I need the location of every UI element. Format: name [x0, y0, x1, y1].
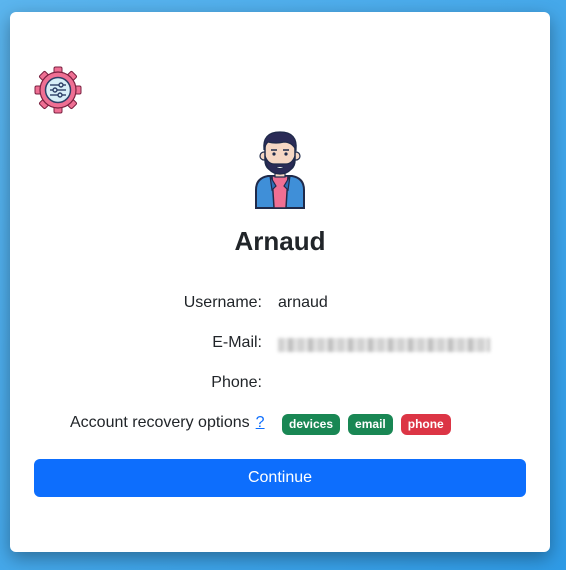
user-avatar-icon [252, 130, 308, 210]
recovery-options-text: Account recovery options [70, 414, 250, 431]
username-label: Username: [183, 294, 262, 311]
badge-email: email [348, 414, 393, 435]
email-value-redacted [278, 334, 490, 357]
email-label: E-Mail: [212, 334, 262, 351]
badge-devices: devices [282, 414, 341, 435]
recovery-badges: devices email phone [282, 414, 451, 435]
recovery-help-link[interactable]: ? [256, 414, 265, 431]
user-display-name: Arnaud [234, 226, 326, 256]
continue-button[interactable]: Continue [34, 459, 526, 497]
login-card: Arnaud Username: arnaud E-Mail: Phone: A… [10, 12, 550, 552]
phone-label: Phone: [211, 374, 262, 391]
email-row: E-Mail: [10, 334, 550, 358]
badge-phone: phone [400, 414, 451, 435]
phone-row: Phone: [10, 374, 550, 398]
username-value: arnaud [278, 294, 328, 311]
recovery-options-label: Account recovery options? [70, 414, 265, 432]
username-row: Username: arnaud [10, 294, 550, 318]
recovery-row: Account recovery options? devices email … [10, 414, 550, 438]
settings-gear-icon[interactable] [34, 66, 82, 114]
